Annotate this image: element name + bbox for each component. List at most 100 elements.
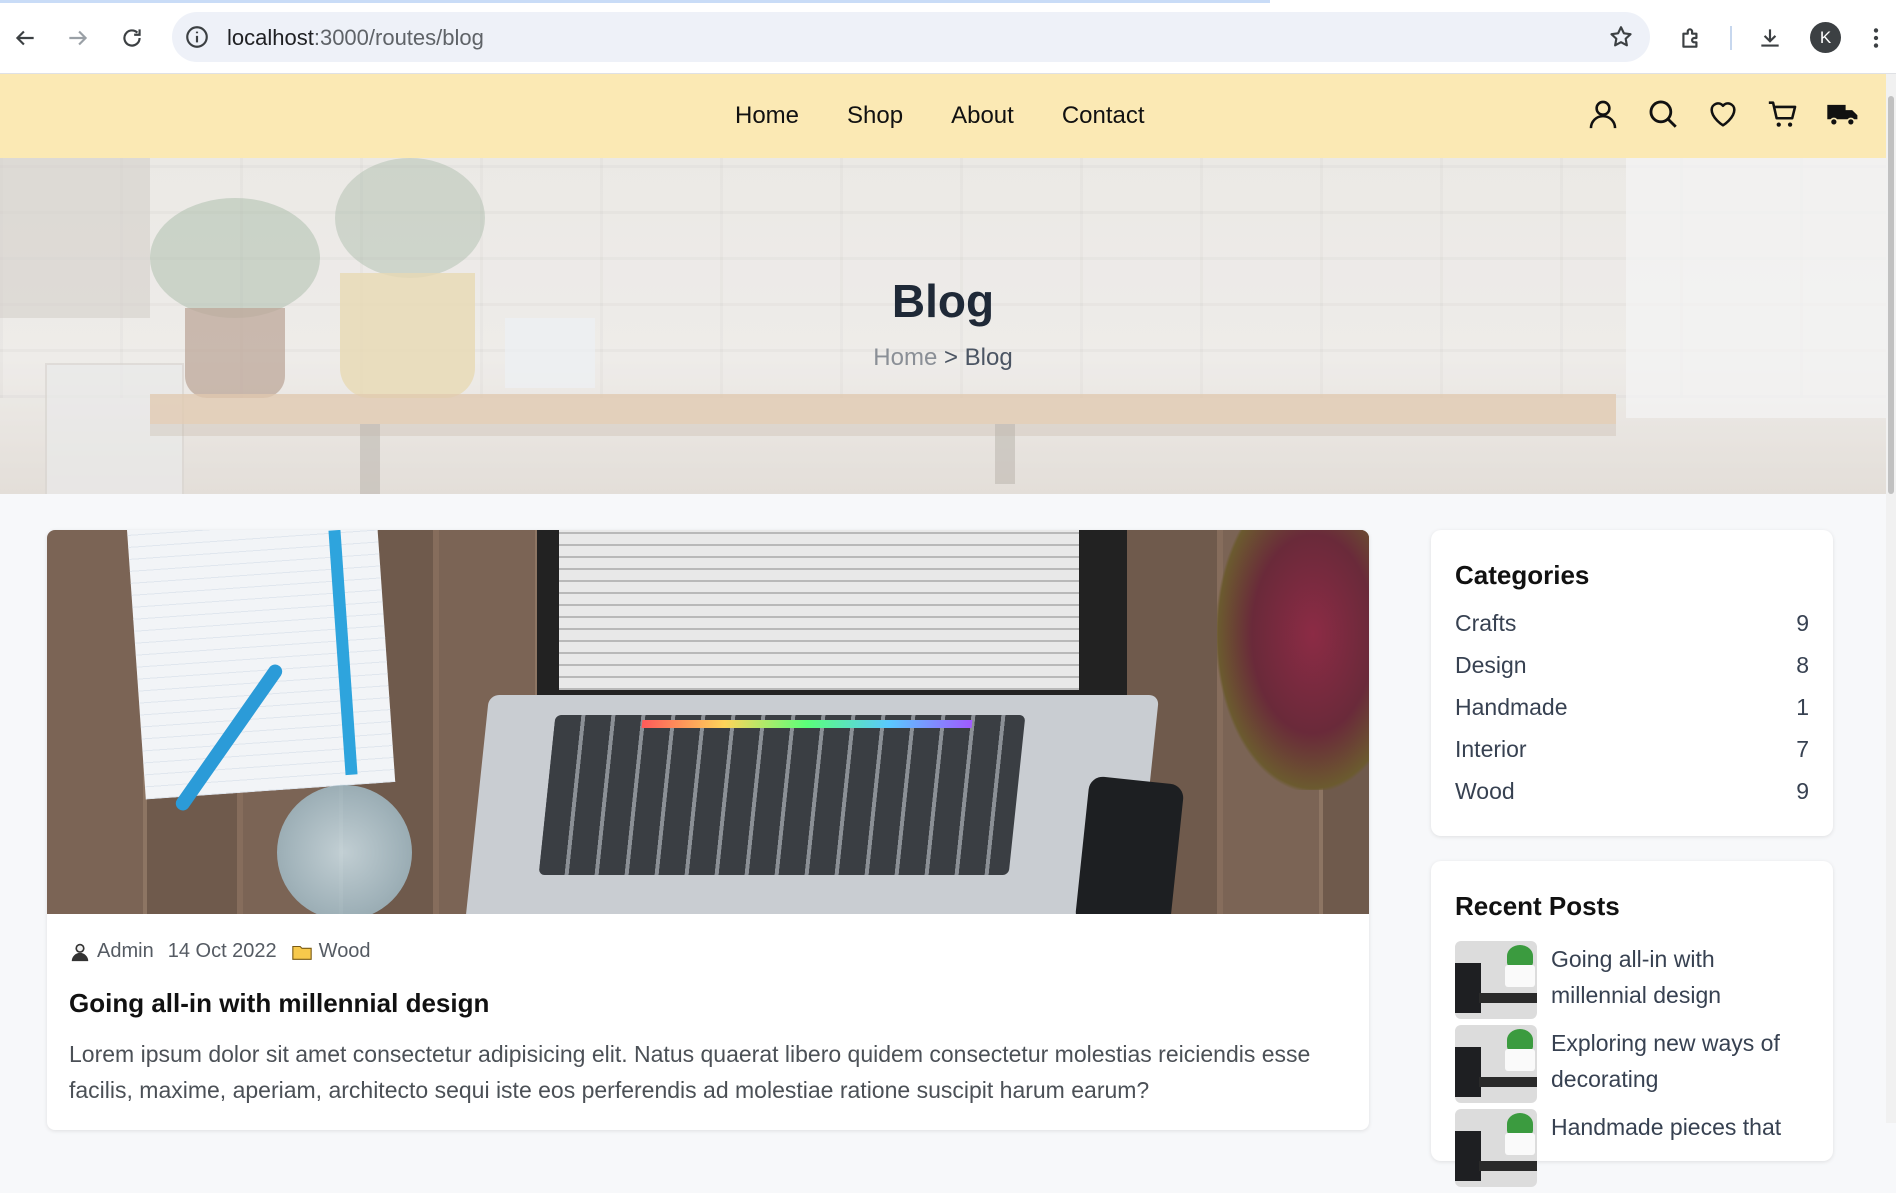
star-icon[interactable]	[1608, 24, 1634, 50]
thumb-plant	[1507, 1113, 1533, 1135]
recent-post-item[interactable]: Going all-in with millennial design	[1455, 941, 1809, 1025]
search-button[interactable]	[1646, 96, 1680, 132]
browser-menu-button[interactable]	[1856, 18, 1896, 58]
category-name: Handmade	[1455, 694, 1568, 720]
page-load-progress	[0, 0, 1270, 3]
category-count: 1	[1796, 694, 1809, 720]
info-icon[interactable]	[184, 24, 210, 50]
post-title[interactable]: Going all-in with millennial design	[69, 988, 489, 1019]
thumb-desk	[1479, 1161, 1537, 1171]
forward-button[interactable]	[58, 18, 98, 58]
back-button[interactable]	[5, 18, 45, 58]
categories-list: Crafts 9 Design 8 Handmade 1 Interior 7 …	[1455, 610, 1809, 820]
post-author: Admin	[97, 940, 154, 962]
category-count: 9	[1796, 610, 1809, 636]
category-name: Crafts	[1455, 610, 1517, 636]
category-item[interactable]: Wood 9	[1455, 778, 1809, 820]
page-title: Blog	[891, 275, 995, 327]
image-laptop-keyboard	[538, 715, 1026, 875]
recent-post-thumbnail[interactable]	[1455, 941, 1537, 1019]
thumb-monitor	[1455, 1047, 1481, 1097]
site-header: Home Shop About Contact	[0, 74, 1886, 158]
category-item[interactable]: Interior 7	[1455, 736, 1809, 778]
recent-post-title[interactable]: Going all-in with millennial design	[1551, 941, 1809, 1025]
categories-title: Categories	[1455, 560, 1590, 590]
user-icon	[1589, 100, 1617, 129]
url-path: :3000/routes/blog	[313, 25, 484, 50]
post-meta: Admin 14 Oct 2022 Wood	[69, 940, 371, 963]
heart-icon	[1710, 102, 1736, 127]
category-name: Interior	[1455, 736, 1527, 762]
image-plant	[1217, 530, 1369, 790]
post-excerpt: Lorem ipsum dolor sit amet consectetur a…	[69, 1041, 1311, 1103]
browser-toolbar: localhost:3000/routes/blog K	[0, 0, 1896, 74]
thumb-monitor	[1455, 963, 1481, 1013]
thumb-pot	[1505, 1049, 1535, 1071]
thumb-plant	[1507, 945, 1533, 967]
recent-post-title[interactable]: Exploring new ways of decorating	[1551, 1025, 1809, 1109]
folder-icon	[291, 945, 312, 960]
extensions-icon	[1682, 28, 1698, 48]
address-bar[interactable]: localhost:3000/routes/blog	[172, 12, 1650, 62]
downloads-button[interactable]	[1750, 18, 1790, 58]
category-name: Design	[1455, 652, 1527, 678]
recent-post-title[interactable]: Handmade pieces that	[1551, 1109, 1781, 1193]
thumb-monitor	[1455, 1131, 1481, 1181]
reload-icon	[123, 29, 141, 47]
category-count: 8	[1796, 652, 1809, 678]
post-category[interactable]: Wood	[319, 940, 371, 963]
recent-posts-list: Going all-in with millennial design Expl…	[1455, 941, 1809, 1193]
recent-posts-widget: Recent Posts Going all-in with millennia…	[1431, 861, 1833, 1187]
image-glass	[277, 785, 412, 914]
nav-link-contact[interactable]: Contact	[1062, 102, 1145, 130]
profile-avatar[interactable]: K	[1810, 22, 1841, 53]
category-count: 9	[1796, 778, 1809, 804]
account-button[interactable]	[1586, 96, 1620, 132]
recent-post-thumbnail[interactable]	[1455, 1109, 1537, 1187]
recent-post-item[interactable]: Exploring new ways of decorating	[1455, 1025, 1809, 1109]
post-date: 14 Oct 2022	[167, 940, 277, 962]
extensions-button[interactable]	[1671, 18, 1711, 58]
image-phone	[1074, 775, 1185, 914]
thumb-pot	[1505, 965, 1535, 987]
truck-icon	[1827, 104, 1858, 127]
category-item[interactable]: Crafts 9	[1455, 610, 1809, 652]
image-laptop-touchbar	[641, 720, 973, 728]
nav-link-home[interactable]: Home	[735, 102, 799, 130]
breadcrumb: Home > Blog	[0, 344, 1886, 372]
categories-widget: Categories Crafts 9 Design 8 Handmade 1 …	[1431, 530, 1833, 836]
cart-icon	[1768, 101, 1797, 127]
page-scrollbar-thumb[interactable]	[1888, 96, 1894, 494]
breadcrumb-current: Blog	[964, 344, 1013, 371]
thumb-desk	[1479, 1077, 1537, 1087]
wishlist-button[interactable]	[1706, 96, 1740, 132]
post-featured-image[interactable]	[47, 530, 1369, 914]
forward-icon	[69, 30, 88, 46]
url-host: localhost	[227, 25, 314, 50]
nav-link-about[interactable]: About	[951, 102, 1014, 130]
cart-button[interactable]	[1766, 96, 1800, 132]
back-icon	[15, 30, 34, 46]
recent-posts-title: Recent Posts	[1455, 891, 1620, 921]
thumb-desk	[1479, 993, 1537, 1003]
blog-post-card: Admin 14 Oct 2022 Wood Going all-in with…	[47, 530, 1369, 1130]
thumb-pot	[1505, 1133, 1535, 1155]
header-actions	[1586, 96, 1860, 132]
url-text: localhost:3000/routes/blog	[227, 25, 484, 51]
category-item[interactable]: Design 8	[1455, 652, 1809, 694]
category-item[interactable]: Handmade 1	[1455, 694, 1809, 736]
breadcrumb-home-link[interactable]: Home	[873, 344, 937, 371]
menu-icon	[1873, 28, 1879, 48]
recent-post-thumbnail[interactable]	[1455, 1025, 1537, 1103]
recent-post-item[interactable]: Handmade pieces that	[1455, 1109, 1809, 1193]
author-icon	[71, 943, 89, 961]
reload-button[interactable]	[112, 18, 152, 58]
toolbar-divider	[1730, 26, 1732, 50]
main-nav: Home Shop About Contact	[735, 102, 1145, 130]
search-icon	[1649, 100, 1677, 128]
nav-link-shop[interactable]: Shop	[847, 102, 903, 130]
category-name: Wood	[1455, 778, 1515, 804]
page-hero: Blog Home > Blog	[0, 158, 1886, 494]
delivery-button[interactable]	[1826, 96, 1860, 132]
breadcrumb-separator: >	[943, 344, 958, 371]
